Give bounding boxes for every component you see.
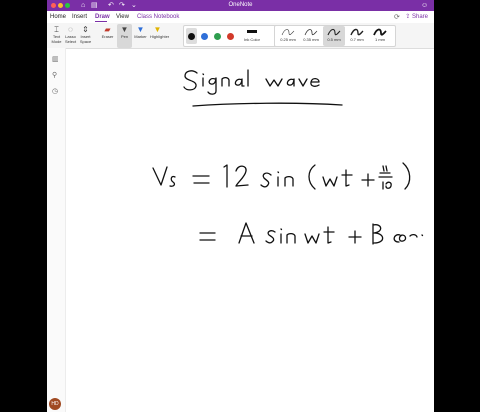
thickness-picker: 0.25 mm 0.35 mm 0.5 mm 0.7 mm 1 mm (274, 25, 396, 47)
lasso-select-label: Lasso Select (64, 34, 77, 44)
color-blue-swatch[interactable] (201, 33, 208, 40)
app-title: OneNote (228, 2, 253, 8)
tab-home[interactable]: Home (50, 13, 66, 21)
thickness-option[interactable]: 0.35 mm (300, 26, 322, 46)
account-icon[interactable]: ☺ (421, 1, 428, 10)
color-red-swatch[interactable] (227, 33, 234, 40)
highlighter-label: Highlighter (150, 34, 170, 39)
text-mode-icon: ⌶ (54, 25, 59, 34)
marker-button[interactable]: ▼ Marker (133, 24, 148, 48)
thickness-label: 0.5 mm (327, 37, 341, 42)
handwritten-title-signal-wave (183, 69, 343, 107)
handwritten-equation-line-1 (152, 162, 411, 190)
share-label: Share (411, 14, 428, 20)
ink-color-button[interactable]: Ink Color (240, 28, 264, 46)
insert-space-label: Insert Space (79, 34, 92, 44)
tab-view[interactable]: View (116, 13, 129, 21)
thickness-label: 0.7 mm (350, 37, 364, 42)
ink-color-icon (247, 30, 257, 33)
insert-space-icon: ⇕ (82, 25, 89, 34)
thickness-option[interactable]: 0.7 mm (346, 26, 368, 46)
marker-icon: ▼ (136, 25, 145, 34)
active-tab-indicator (95, 21, 107, 22)
notifications-icon[interactable]: ⟳ (394, 13, 400, 22)
thickness-label: 1 mm (375, 37, 385, 42)
pen-label: Pen (120, 34, 129, 39)
color-black-swatch[interactable] (188, 33, 195, 40)
text-mode-button[interactable]: ⌶ Text Mode (49, 24, 64, 48)
thickness-option[interactable]: 0.25 mm (277, 26, 299, 46)
thickness-label: 0.25 mm (280, 37, 296, 42)
lasso-icon: ◌ (68, 25, 73, 34)
handwritten-equation-line-2 (199, 222, 424, 245)
note-canvas[interactable]: Signal wave Vs = 12 sin (wt + π/16) = A … (66, 49, 434, 412)
color-green-swatch[interactable] (214, 33, 221, 40)
thick-wave-icon (350, 28, 364, 36)
pen-icon: ▼ (120, 25, 129, 34)
thick-wave-icon (373, 28, 387, 36)
thin-wave-icon (304, 29, 318, 36)
ink-color-label: Ink Color (243, 37, 260, 42)
thickness-option-selected[interactable]: 0.5 mm (323, 26, 345, 46)
recent-icon[interactable]: ◷ (52, 88, 58, 96)
eraser-icon: ▰ (104, 25, 111, 34)
text-mode-label: Text Mode (51, 34, 62, 44)
onenote-window: ⌂ ▤ ↶ ↷ ⌄ OneNote ☺ Home Insert Draw Vie… (47, 0, 434, 412)
search-icon[interactable]: ⚲ (52, 72, 57, 80)
handwriting-ink-layer (152, 69, 424, 245)
avatar[interactable]: HD (49, 398, 61, 410)
medium-wave-icon (327, 28, 341, 36)
notebooks-icon[interactable]: ▥ (52, 56, 59, 64)
title-bar: ⌂ ▤ ↶ ↷ ⌄ OneNote ☺ (47, 0, 434, 11)
tab-insert[interactable]: Insert (72, 13, 87, 21)
thin-wave-icon (281, 29, 295, 36)
highlighter-button[interactable]: ▼ Highlighter (150, 24, 170, 48)
share-button[interactable]: ⇪ Share (405, 13, 428, 20)
insert-space-button[interactable]: ⇕ Insert Space (78, 24, 93, 48)
lasso-select-button[interactable]: ◌ Lasso Select (63, 24, 78, 48)
tab-class-notebook[interactable]: Class Notebook (137, 13, 179, 21)
eraser-button[interactable]: ▰ Eraser (100, 24, 115, 48)
pen-button[interactable]: ▼ Pen (117, 24, 132, 48)
tab-draw[interactable]: Draw (95, 13, 110, 21)
share-icon: ⇪ (405, 14, 412, 20)
marker-label: Marker (134, 34, 147, 39)
highlighter-icon: ▼ (153, 25, 162, 34)
thickness-option[interactable]: 1 mm (369, 26, 391, 46)
navigation-sidebar: ▥ ⚲ ◷ (47, 48, 66, 412)
thickness-label: 0.35 mm (303, 37, 319, 42)
eraser-label: Eraser (101, 34, 114, 39)
